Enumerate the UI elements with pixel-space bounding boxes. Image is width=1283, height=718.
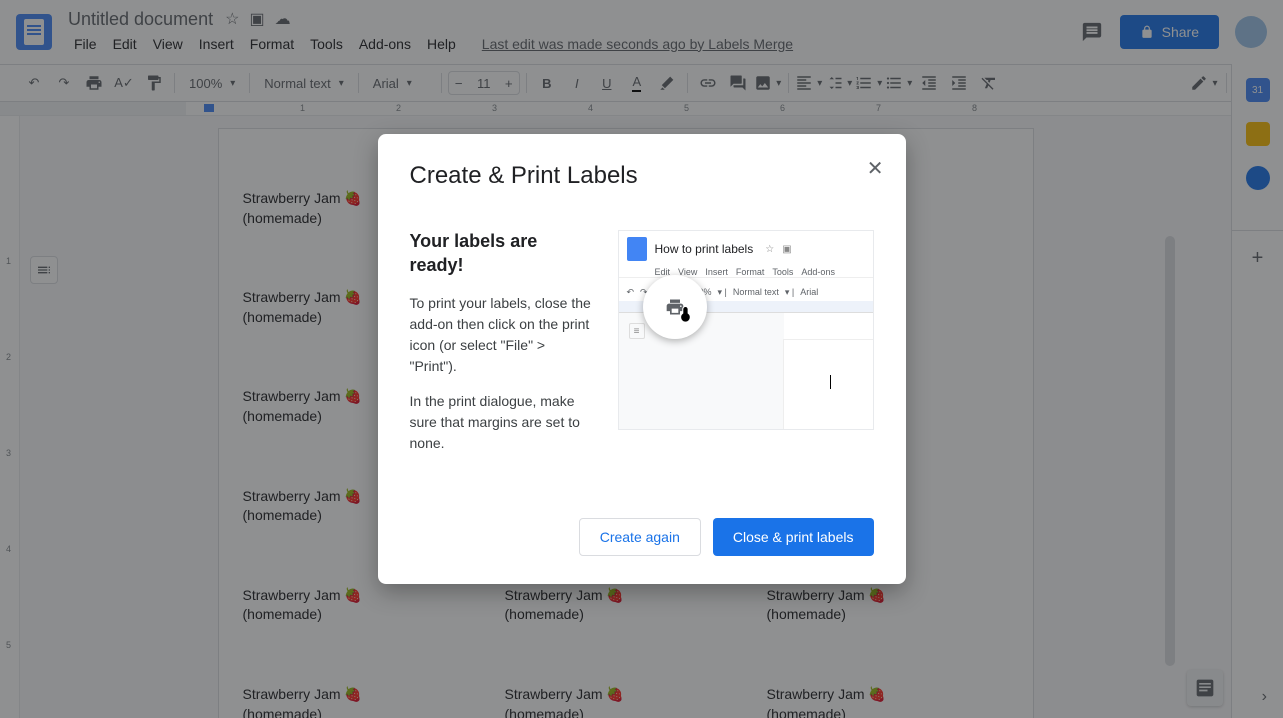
- close-print-button[interactable]: Close & print labels: [713, 518, 874, 556]
- modal-para-2: In the print dialogue, make sure that ma…: [410, 391, 594, 454]
- mini-menu: Add-ons: [801, 267, 835, 277]
- create-again-button[interactable]: Create again: [579, 518, 701, 556]
- mini-title: How to print labels: [655, 242, 754, 256]
- modal-overlay: Create & Print Labels ✕ Your labels are …: [0, 0, 1283, 718]
- mini-docs-icon: [627, 237, 647, 261]
- mini-menu: Tools: [772, 267, 793, 277]
- modal-para-1: To print your labels, close the add-on t…: [410, 293, 594, 377]
- mini-undo-icon: ↶: [627, 287, 635, 298]
- mini-menu: Insert: [705, 267, 728, 277]
- mini-menu: Format: [736, 267, 765, 277]
- mini-text-cursor: [830, 375, 831, 389]
- modal-heading: Your labels are ready!: [410, 230, 594, 277]
- mini-font: Arial: [800, 287, 818, 297]
- pointer-icon: [673, 301, 699, 327]
- mini-style: Normal text: [733, 287, 779, 297]
- labels-modal: Create & Print Labels ✕ Your labels are …: [378, 134, 906, 584]
- mini-move-icon: ▣: [782, 244, 791, 255]
- mini-outline-icon: ≡: [629, 323, 645, 339]
- modal-title: Create & Print Labels: [410, 162, 874, 190]
- mini-star-icon: ☆: [765, 244, 774, 255]
- close-icon[interactable]: ✕: [867, 156, 884, 181]
- modal-illustration: How to print labels ☆ ▣ Edit View Insert…: [618, 230, 874, 430]
